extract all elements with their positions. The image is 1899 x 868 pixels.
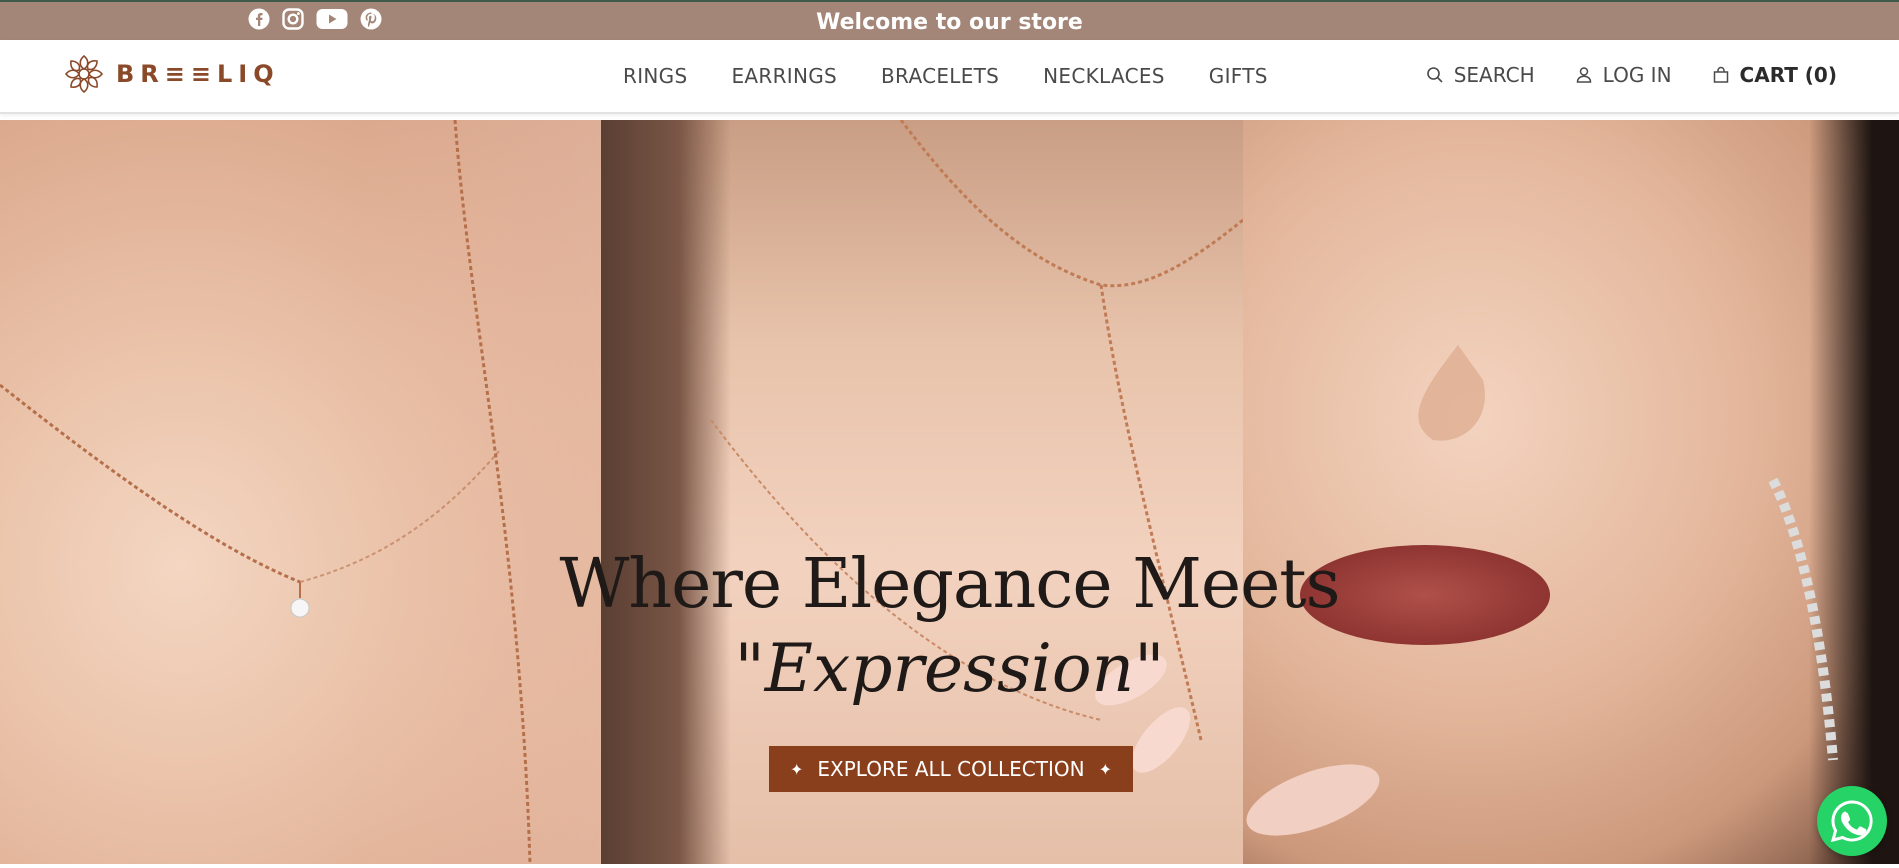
- search-icon: [1426, 67, 1443, 83]
- user-icon: [1576, 67, 1591, 83]
- whatsapp-icon: [1830, 800, 1873, 843]
- main-nav: RINGS EARRINGS BRACELETS NECKLACES GIFTS: [623, 64, 1268, 88]
- whatsapp-chat-button[interactable]: [1817, 786, 1887, 856]
- sparkle-icon: ✦: [1098, 759, 1112, 779]
- header-actions: SEARCH LOG IN CART (0): [1426, 63, 1837, 87]
- explore-collection-label: EXPLORE ALL COLLECTION: [817, 757, 1085, 781]
- search-label: SEARCH: [1453, 63, 1535, 87]
- cart-label: CART (0): [1739, 63, 1837, 87]
- login-label: LOG IN: [1602, 63, 1672, 87]
- search-button[interactable]: SEARCH: [1426, 63, 1535, 87]
- shopping-bag-icon: [1713, 66, 1728, 83]
- nav-necklaces[interactable]: NECKLACES: [1043, 64, 1165, 88]
- cart-button[interactable]: CART (0): [1712, 63, 1837, 87]
- hero-image-model-face: [1243, 120, 1899, 864]
- hero-subheadline: "Expression": [734, 630, 1165, 707]
- flower-logo-icon: [64, 54, 104, 94]
- announcement-bar: Welcome to our store: [0, 0, 1899, 40]
- nav-rings[interactable]: RINGS: [623, 64, 687, 88]
- login-button[interactable]: LOG IN: [1575, 63, 1672, 87]
- brand-logo[interactable]: BR≡≡LIQ: [62, 52, 280, 96]
- explore-collection-button[interactable]: ✦ EXPLORE ALL COLLECTION ✦: [769, 746, 1133, 792]
- nav-earrings[interactable]: EARRINGS: [731, 64, 837, 88]
- nav-bracelets[interactable]: BRACELETS: [881, 64, 999, 88]
- sparkle-icon: ✦: [789, 759, 804, 779]
- hero-image-necklace: [0, 120, 601, 864]
- welcome-message: Welcome to our store: [816, 10, 1083, 35]
- brand-name: BR≡≡LIQ: [116, 60, 280, 88]
- necklace-chain-image: [0, 120, 532, 864]
- bracelet-image: [1246, 345, 1838, 836]
- nav-gifts[interactable]: GIFTS: [1209, 64, 1268, 88]
- site-header: BR≡≡LIQ RINGS EARRINGS BRACELETS NECKLAC…: [0, 40, 1899, 114]
- hero-headline: Where Elegance Meets: [559, 545, 1340, 624]
